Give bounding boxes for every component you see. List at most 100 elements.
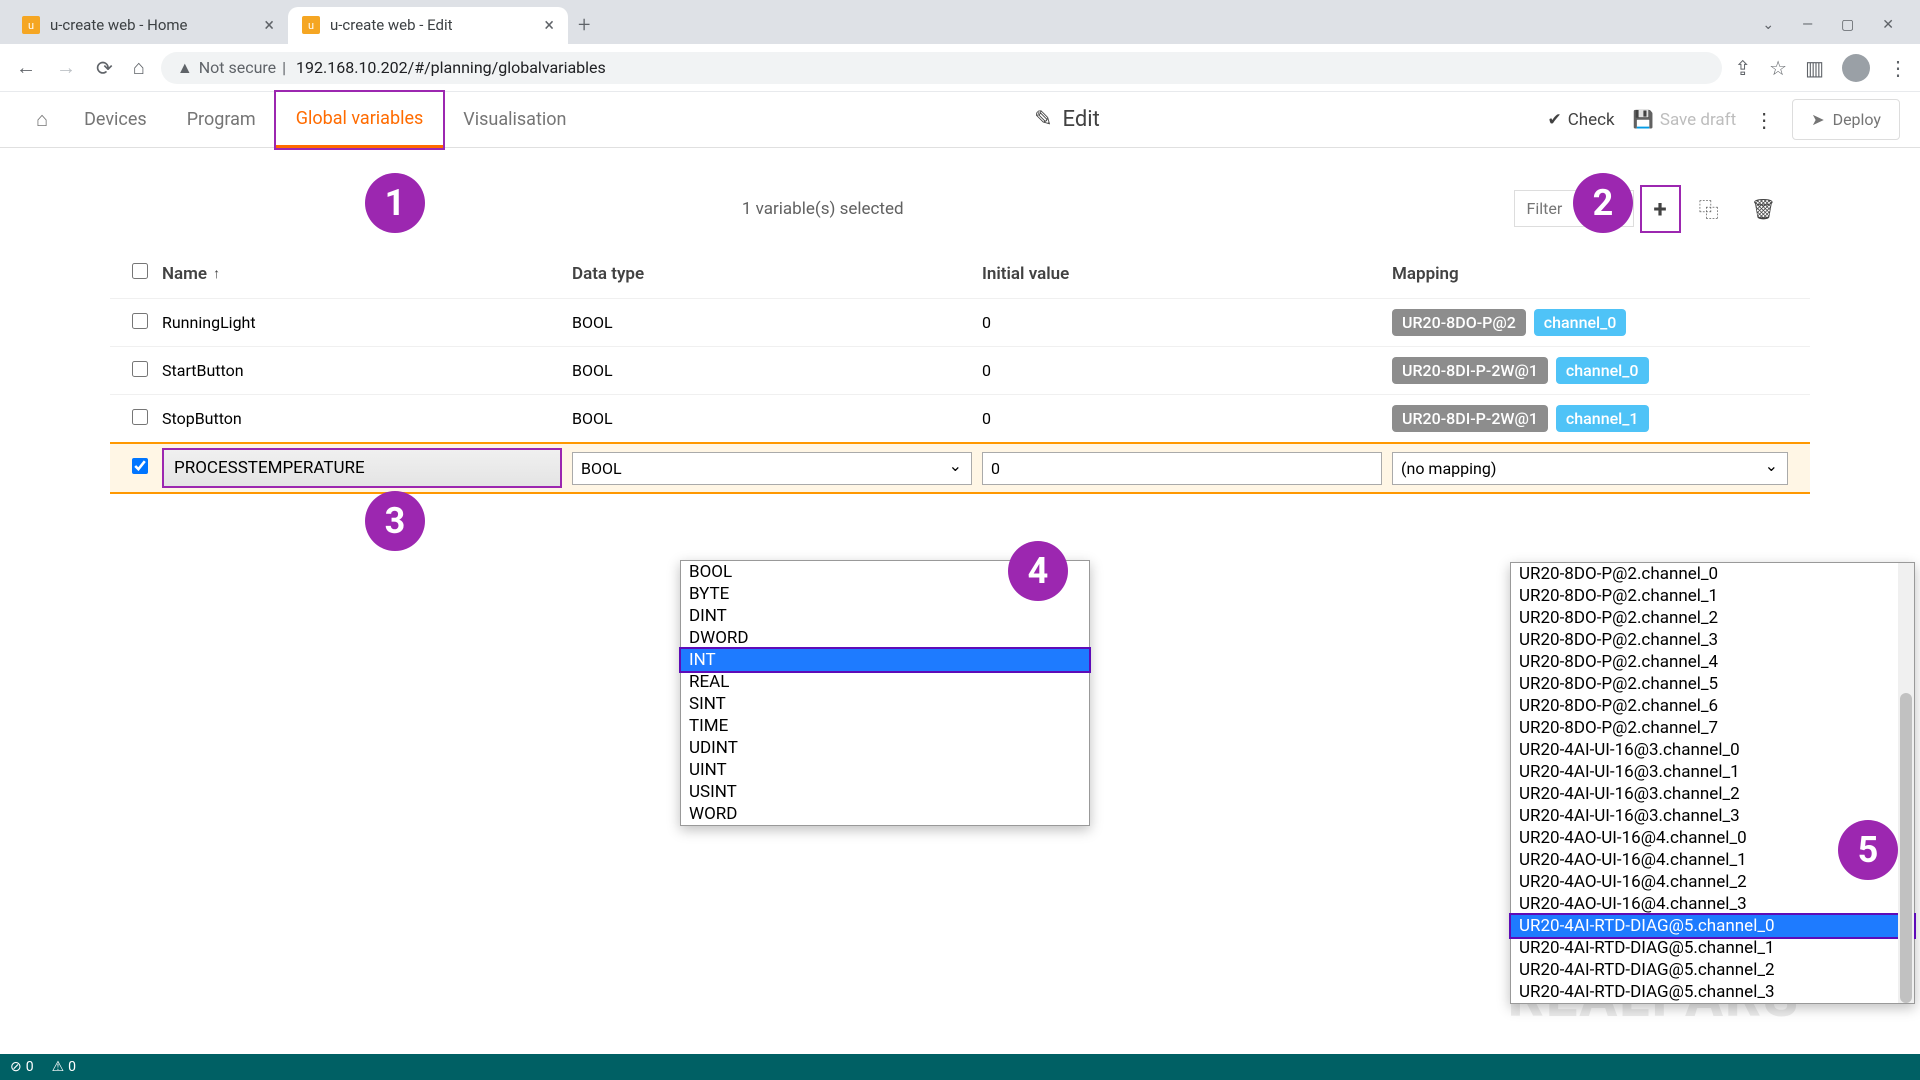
chevron-down-icon[interactable]: ⌄ (1762, 17, 1774, 33)
type-option[interactable]: DINT (681, 605, 1089, 627)
delete-button[interactable]: 🗑 (1739, 189, 1788, 229)
initial-value-input[interactable] (982, 452, 1382, 485)
menu-icon[interactable]: ⋮ (1888, 56, 1908, 80)
nav-devices[interactable]: Devices (64, 93, 167, 146)
data-type-dropdown: BOOLBYTEDINTDWORDINTREALSINTTIMEUDINTUIN… (680, 560, 1090, 826)
table-row[interactable]: RunningLight BOOL 0 UR20-8DO-P@2 channel… (110, 298, 1810, 346)
share-icon[interactable]: ⇪ (1734, 56, 1751, 80)
status-bar: ⊘ 0 ⚠ 0 (0, 1054, 1920, 1080)
nav-program[interactable]: Program (167, 93, 276, 146)
mapping-option[interactable]: UR20-8DO-P@2.channel_3 (1511, 629, 1914, 651)
type-option[interactable]: TIME (681, 715, 1089, 737)
minimize-icon[interactable]: — (1802, 17, 1813, 33)
mapping-option[interactable]: UR20-8DO-P@2.channel_5 (1511, 673, 1914, 695)
sidepanel-icon[interactable]: ▥ (1805, 56, 1824, 80)
type-option[interactable]: INT (681, 649, 1089, 671)
mapping-select[interactable] (1392, 452, 1788, 485)
row-checkbox[interactable] (132, 458, 148, 474)
mapping-option[interactable]: UR20-8DO-P@2.channel_1 (1511, 585, 1914, 607)
mapping-dropdown: UR20-8DO-P@2.channel_0UR20-8DO-P@2.chann… (1510, 562, 1915, 1004)
url-input[interactable]: ▲ Not secure | 192.168.10.202/#/planning… (161, 52, 1723, 84)
url-text: 192.168.10.202/#/planning/globalvariable… (296, 58, 606, 77)
cell-name: RunningLight (162, 313, 572, 332)
window-controls: ⌄ — ▢ ✕ (1762, 17, 1912, 33)
header-initial-value[interactable]: Initial value (982, 264, 1392, 284)
cell-mapping: UR20-8DI-P-2W@1 channel_0 (1392, 357, 1788, 384)
tab-title: u-create web - Home (50, 16, 254, 34)
annotation-badge-5: 5 (1838, 820, 1898, 880)
reload-icon[interactable]: ⟳ (92, 52, 117, 84)
more-icon[interactable]: ⋮ (1754, 108, 1774, 132)
mapping-option[interactable]: UR20-4AI-RTD-DIAG@5.channel_2 (1511, 959, 1914, 981)
type-option[interactable]: DWORD (681, 627, 1089, 649)
bookmark-icon[interactable]: ☆ (1769, 56, 1787, 80)
mapping-device-badge: UR20-8DI-P-2W@1 (1392, 357, 1548, 384)
maximize-icon[interactable]: ▢ (1841, 17, 1854, 33)
profile-avatar[interactable] (1842, 54, 1870, 82)
table-row[interactable]: StartButton BOOL 0 UR20-8DI-P-2W@1 chann… (110, 346, 1810, 394)
deploy-button[interactable]: ➤ Deploy (1792, 99, 1900, 140)
type-option[interactable]: UINT (681, 759, 1089, 781)
edit-icon: ✎ (1034, 107, 1052, 132)
favicon-icon: u (22, 16, 40, 34)
cell-init: 0 (982, 409, 1392, 428)
mapping-option[interactable]: UR20-4AI-UI-16@3.channel_1 (1511, 761, 1914, 783)
data-type-select[interactable] (572, 452, 972, 485)
home-icon[interactable]: ⌂ (129, 51, 149, 84)
close-icon[interactable]: × (544, 15, 554, 36)
type-option[interactable]: SINT (681, 693, 1089, 715)
mapping-option[interactable]: UR20-4AI-RTD-DIAG@5.channel_0 (1511, 915, 1914, 937)
tab-bar: u u-create web - Home × u u-create web -… (0, 0, 1920, 44)
variable-name-input[interactable] (162, 448, 562, 488)
type-option[interactable]: USINT (681, 781, 1089, 803)
close-icon[interactable]: × (264, 15, 274, 36)
add-variable-button[interactable]: + (1642, 187, 1679, 231)
close-icon[interactable]: ✕ (1882, 17, 1894, 33)
new-tab-button[interactable]: + (568, 7, 600, 44)
scrollbar-thumb[interactable] (1900, 693, 1912, 1003)
back-icon[interactable]: ← (12, 51, 40, 84)
type-option[interactable]: REAL (681, 671, 1089, 693)
mapping-option[interactable]: UR20-8DO-P@2.channel_2 (1511, 607, 1914, 629)
type-option[interactable]: UDINT (681, 737, 1089, 759)
select-all-checkbox[interactable] (132, 263, 148, 279)
address-bar: ← → ⟳ ⌂ ▲ Not secure | 192.168.10.202/#/… (0, 44, 1920, 92)
check-button[interactable]: ✔ Check (1547, 110, 1614, 130)
mapping-option[interactable]: UR20-4AI-RTD-DIAG@5.channel_1 (1511, 937, 1914, 959)
annotation-badge-4: 4 (1008, 541, 1068, 601)
error-count[interactable]: ⊘ 0 (10, 1059, 34, 1075)
app-home-icon[interactable]: ⌂ (20, 107, 64, 132)
save-draft-button[interactable]: 💾 Save draft (1633, 110, 1736, 130)
mapping-option[interactable]: UR20-4AI-UI-16@3.channel_0 (1511, 739, 1914, 761)
warning-count[interactable]: ⚠ 0 (52, 1059, 76, 1075)
header-mapping[interactable]: Mapping (1392, 264, 1788, 284)
mapping-option[interactable]: UR20-8DO-P@2.channel_7 (1511, 717, 1914, 739)
nav-visualisation[interactable]: Visualisation (443, 93, 586, 146)
browser-tab[interactable]: u u-create web - Home × (8, 7, 288, 44)
browser-chrome: u u-create web - Home × u u-create web -… (0, 0, 1920, 92)
mapping-option[interactable]: UR20-8DO-P@2.channel_0 (1511, 563, 1914, 585)
header-type[interactable]: Data type (572, 264, 982, 284)
mapping-option[interactable]: UR20-8DO-P@2.channel_6 (1511, 695, 1914, 717)
mapping-option[interactable]: UR20-8DO-P@2.channel_4 (1511, 651, 1914, 673)
sort-asc-icon: ↑ (213, 265, 220, 282)
type-option[interactable]: WORD (681, 803, 1089, 825)
browser-tab[interactable]: u u-create web - Edit × (288, 7, 568, 44)
mapping-channel-badge: channel_1 (1556, 405, 1649, 432)
mapping-device-badge: UR20-8DI-P-2W@1 (1392, 405, 1548, 432)
header-name[interactable]: Name ↑ (162, 264, 572, 284)
table-row[interactable]: StopButton BOOL 0 UR20-8DI-P-2W@1 channe… (110, 394, 1810, 442)
mapping-option[interactable]: UR20-4AO-UI-16@4.channel_3 (1511, 893, 1914, 915)
duplicate-button[interactable]: ⿻ (1687, 186, 1731, 231)
nav-global-variables[interactable]: Global variables (276, 92, 444, 148)
table-row-editing[interactable] (110, 442, 1810, 494)
scrollbar-track[interactable] (1898, 563, 1914, 1003)
row-checkbox[interactable] (132, 313, 148, 329)
forward-icon[interactable]: → (52, 51, 80, 84)
mapping-device-badge: UR20-8DO-P@2 (1392, 309, 1526, 336)
row-checkbox[interactable] (132, 361, 148, 377)
mapping-option[interactable]: UR20-4AI-UI-16@3.channel_2 (1511, 783, 1914, 805)
row-checkbox[interactable] (132, 409, 148, 425)
table-header: Name ↑ Data type Initial value Mapping (110, 249, 1810, 298)
mapping-option[interactable]: UR20-4AI-RTD-DIAG@5.channel_3 (1511, 981, 1914, 1003)
